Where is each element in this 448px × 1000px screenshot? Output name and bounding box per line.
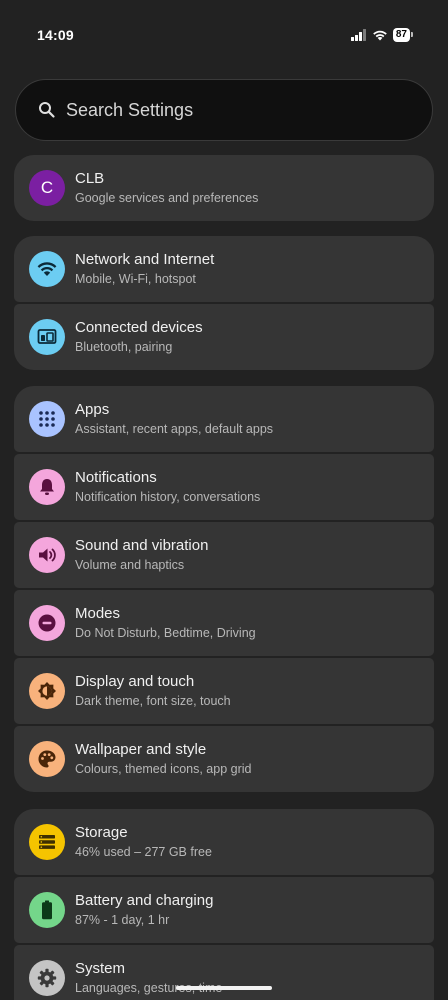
apps-group: Apps Assistant, recent apps, default app… bbox=[14, 386, 434, 792]
settings-item-title: Connected devices bbox=[75, 319, 203, 336]
storage-icon bbox=[29, 824, 65, 860]
battery-icon bbox=[29, 892, 65, 928]
home-indicator[interactable] bbox=[176, 986, 272, 990]
brightness-icon bbox=[29, 673, 65, 709]
device-group: Storage 46% used – 277 GB free Battery a… bbox=[14, 809, 434, 1000]
apps-grid-icon bbox=[29, 401, 65, 437]
search-bar[interactable]: Search Settings bbox=[15, 79, 433, 141]
settings-item-display[interactable]: Display and touch Dark theme, font size,… bbox=[14, 658, 434, 724]
avatar-letter: C bbox=[40, 178, 54, 197]
settings-item-connected-devices[interactable]: Connected devices Bluetooth, pairing bbox=[14, 304, 434, 370]
settings-item-apps[interactable]: Apps Assistant, recent apps, default app… bbox=[14, 386, 434, 452]
settings-item-title: Notifications bbox=[75, 469, 157, 486]
settings-item-title: System bbox=[75, 960, 126, 977]
settings-item-battery[interactable]: Battery and charging 87% - 1 day, 1 hr bbox=[14, 877, 434, 943]
search-input[interactable]: Search Settings bbox=[66, 100, 193, 121]
settings-item-subtitle: Mobile, Wi-Fi, hotspot bbox=[75, 272, 196, 286]
account-item[interactable]: C CLB Google services and preferences bbox=[14, 155, 434, 221]
account-group: C CLB Google services and preferences bbox=[14, 155, 434, 223]
signal-icon bbox=[350, 29, 366, 41]
bell-icon bbox=[29, 469, 65, 505]
wifi-icon bbox=[29, 251, 65, 287]
account-subtitle: Google services and preferences bbox=[75, 191, 259, 205]
settings-item-title: Wallpaper and style bbox=[75, 741, 207, 758]
settings-item-subtitle: Notification history, conversations bbox=[75, 490, 261, 504]
connected-devices-icon bbox=[29, 319, 65, 355]
settings-item-notifications[interactable]: Notifications Notification history, conv… bbox=[14, 454, 434, 520]
palette-icon bbox=[29, 741, 65, 777]
account-title: CLB bbox=[75, 170, 105, 187]
settings-item-title: Storage bbox=[75, 824, 128, 841]
settings-item-subtitle: 46% used – 277 GB free bbox=[75, 845, 212, 859]
settings-screen: 14:09 87 Search Settings C CLB Google se… bbox=[0, 0, 448, 1000]
settings-item-subtitle: Bluetooth, pairing bbox=[75, 340, 173, 354]
status-time: 14:09 bbox=[37, 27, 74, 43]
settings-item-subtitle: Assistant, recent apps, default apps bbox=[75, 422, 274, 436]
wifi-status-icon bbox=[373, 30, 387, 41]
status-bar: 14:09 87 bbox=[0, 0, 448, 70]
settings-item-subtitle: Do Not Disturb, Bedtime, Driving bbox=[75, 626, 256, 640]
speaker-icon bbox=[29, 537, 65, 573]
settings-item-subtitle: Colours, themed icons, app grid bbox=[75, 762, 252, 776]
settings-item-subtitle: 87% - 1 day, 1 hr bbox=[75, 913, 170, 927]
avatar: C bbox=[29, 170, 65, 206]
connectivity-group: Network and Internet Mobile, Wi-Fi, hots… bbox=[14, 236, 434, 370]
settings-item-title: Apps bbox=[75, 401, 110, 418]
battery-status-badge: 87 bbox=[392, 28, 414, 42]
settings-item-sound[interactable]: Sound and vibration Volume and haptics bbox=[14, 522, 434, 588]
settings-item-title: Sound and vibration bbox=[75, 537, 209, 554]
settings-item-wallpaper[interactable]: Wallpaper and style Colours, themed icon… bbox=[14, 726, 434, 792]
settings-item-subtitle: Volume and haptics bbox=[75, 558, 185, 572]
do-not-disturb-icon bbox=[29, 605, 65, 641]
settings-item-title: Battery and charging bbox=[75, 892, 214, 909]
settings-item-network[interactable]: Network and Internet Mobile, Wi-Fi, hots… bbox=[14, 236, 434, 302]
status-icons: 87 bbox=[350, 27, 414, 43]
settings-item-title: Display and touch bbox=[75, 673, 195, 690]
settings-item-title: Network and Internet bbox=[75, 251, 215, 268]
settings-item-system[interactable]: System Languages, gestures, time bbox=[14, 945, 434, 1000]
gear-icon bbox=[29, 960, 65, 996]
search-icon bbox=[39, 102, 55, 118]
settings-item-modes[interactable]: Modes Do Not Disturb, Bedtime, Driving bbox=[14, 590, 434, 656]
settings-item-subtitle: Dark theme, font size, touch bbox=[75, 694, 231, 708]
settings-item-storage[interactable]: Storage 46% used – 277 GB free bbox=[14, 809, 434, 875]
settings-item-title: Modes bbox=[75, 605, 121, 622]
